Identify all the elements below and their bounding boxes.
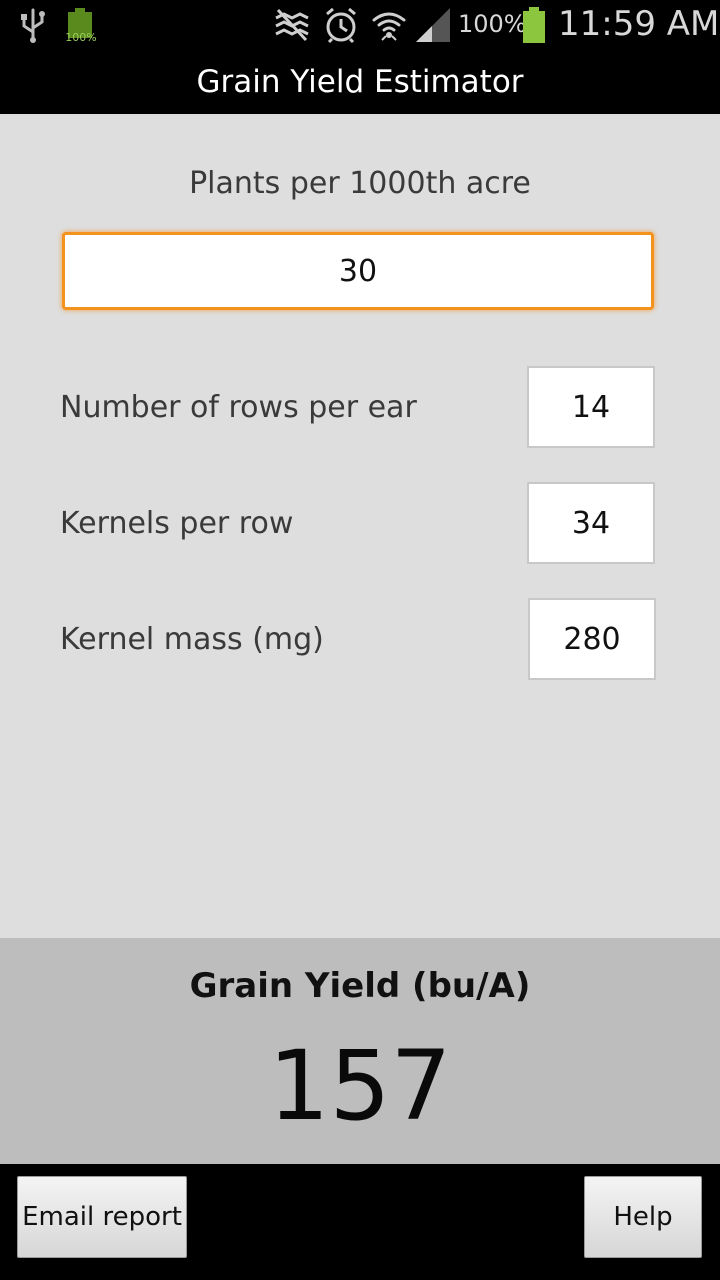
alarm-icon bbox=[326, 7, 356, 44]
title-bar: Grain Yield Estimator bbox=[0, 50, 720, 114]
battery-percent: 100% bbox=[458, 10, 527, 38]
battery-icon bbox=[523, 7, 545, 43]
status-bar: 100% 100% 11:59 AM bbox=[0, 0, 720, 50]
kernels-label: Kernels per row bbox=[60, 506, 294, 541]
signal-icon bbox=[416, 8, 450, 42]
bottom-bar: Email report Help bbox=[0, 1164, 720, 1280]
plants-input[interactable]: 30 bbox=[62, 232, 654, 310]
help-button[interactable]: Help bbox=[584, 1176, 702, 1258]
screen: 100% 100% 11:59 AM Grain Yield Estimator… bbox=[0, 0, 720, 1280]
usb-icon bbox=[21, 8, 45, 43]
rows-input[interactable]: 14 bbox=[527, 366, 655, 448]
result-panel: Grain Yield (bu/A) 157 bbox=[0, 938, 720, 1164]
mass-input[interactable]: 280 bbox=[528, 598, 656, 680]
kernels-input[interactable]: 34 bbox=[527, 482, 655, 564]
mute-icon bbox=[275, 8, 309, 42]
plants-label: Plants per 1000th acre bbox=[189, 166, 531, 201]
result-label: Grain Yield (bu/A) bbox=[189, 966, 531, 1006]
result-value: 157 bbox=[268, 1030, 452, 1142]
clock: 11:59 AM bbox=[558, 4, 720, 44]
battery-small-label: 100% bbox=[65, 31, 97, 44]
input-form: Plants per 1000th acre 30 Number of rows… bbox=[0, 114, 720, 938]
wifi-icon bbox=[372, 12, 406, 41]
rows-label: Number of rows per ear bbox=[60, 390, 417, 425]
email-report-button[interactable]: Email report bbox=[17, 1176, 187, 1258]
mass-label: Kernel mass (mg) bbox=[60, 622, 324, 657]
app-title: Grain Yield Estimator bbox=[196, 64, 524, 100]
